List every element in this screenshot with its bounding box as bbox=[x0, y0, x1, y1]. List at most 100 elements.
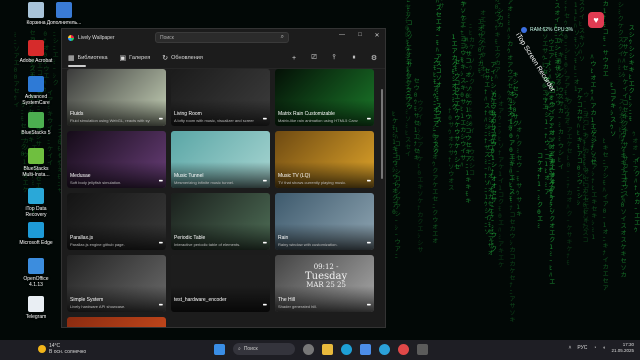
wallpaper-description: Lively hardware API showcase. bbox=[70, 304, 126, 309]
more-options-button[interactable]: ••• bbox=[159, 303, 163, 309]
wallpaper-card[interactable]: Medusae Soft body jellyfish simulation. ••… bbox=[67, 131, 166, 188]
store-icon[interactable] bbox=[360, 343, 371, 355]
windows-start-icon[interactable] bbox=[214, 343, 225, 355]
wallpaper-title: Music TV (LQ) bbox=[278, 173, 311, 179]
desktop-icon[interactable]: Telegram bbox=[18, 296, 54, 320]
customize-button[interactable]: ⫯ bbox=[329, 54, 339, 62]
more-options-button[interactable]: ••• bbox=[263, 241, 267, 247]
desktop-icon[interactable]: Microsoft Edge bbox=[18, 222, 54, 246]
matrix-column: ク 1 ソ ス ク イ ﾋ ス キ ソ ﾊ ソ bbox=[579, 0, 586, 64]
wallpaper-description: Parallax.js engine github page. bbox=[70, 242, 125, 247]
minimize-button[interactable]: — bbox=[337, 32, 347, 38]
matrix-column: コ ケ オ ﾅ 1 ｰ ﾐ ク 0 エ ﾐ bbox=[537, 152, 544, 230]
file-explorer-icon[interactable] bbox=[322, 343, 333, 355]
app-icon bbox=[28, 188, 44, 204]
desktop-icon[interactable]: BlueStacks 5 bbox=[18, 112, 54, 136]
matrix-column: ウ コ ﾐ ウ イ ｼ ﾆ オ ソ オ イ カ エ オ オ ク ﾓ ﾓ ﾆ bbox=[549, 81, 556, 215]
app-icon bbox=[28, 258, 44, 274]
clock-date: 21.05.2025 bbox=[611, 348, 634, 353]
pause-button[interactable]: ⏸ bbox=[349, 54, 359, 62]
itop-recorder-badge[interactable]: ♥ bbox=[588, 12, 604, 28]
close-button[interactable]: ✕ bbox=[372, 32, 382, 39]
matrix-column: ウ ク イ 0 ｼ シ ア ｳ ケ ﾋ 0 エ キ ソ ケ ﾅ カ ク エ ｼ … bbox=[417, 99, 424, 254]
search-icon: ⌕ bbox=[280, 34, 284, 40]
maximize-button[interactable]: □ bbox=[355, 32, 365, 38]
wallpaper-card[interactable]: Fluids Fluid simulation using WebGL, reac… bbox=[67, 69, 166, 126]
wallpaper-card[interactable]: Parallax.js Parallax.js engine github pag… bbox=[67, 193, 166, 250]
wifi-icon[interactable]: ◔ bbox=[593, 345, 596, 351]
desktop-icon[interactable]: iTop Data Recovery bbox=[18, 188, 54, 218]
wallpaper-card[interactable]: test_hardware_encoder ••• bbox=[171, 255, 270, 312]
wallpaper-description: Interactive periodic table of elements. bbox=[174, 242, 241, 247]
tray-chevron-icon[interactable]: ˄ bbox=[568, 345, 571, 351]
desktop-icon-label: Microsoft Edge bbox=[19, 240, 53, 246]
matrix-column: イ ﾊ カ ﾆ コ ﾐ ﾅ セ ｳ キ 0 ﾆ シ ﾓ 0 ｼ ア ア ﾓ キ … bbox=[564, 0, 571, 126]
refresh-icon: ↻ bbox=[162, 54, 169, 62]
desktop-icon[interactable]: OpenOffice 4.1.13 bbox=[18, 258, 54, 288]
bag-icon: ▣ bbox=[119, 54, 127, 62]
wallpaper-title: Medusae bbox=[70, 173, 91, 179]
more-options-button[interactable]: ••• bbox=[367, 241, 371, 247]
wallpaper-card[interactable]: Music Tunnel Mesmerizing infinite music t… bbox=[171, 131, 270, 188]
more-options-button[interactable]: ••• bbox=[159, 179, 163, 185]
wallpaper-title: Simple System bbox=[70, 297, 104, 303]
recorder-taskbar-icon[interactable] bbox=[398, 343, 409, 355]
more-options-button[interactable]: ••• bbox=[263, 117, 267, 123]
wallpaper-description: Rainy window with customization. bbox=[278, 242, 338, 247]
settings-button[interactable]: ⚙ bbox=[369, 54, 379, 62]
more-options-button[interactable]: ••• bbox=[367, 179, 371, 185]
wallpaper-card[interactable] bbox=[67, 317, 166, 327]
more-options-button[interactable]: ••• bbox=[159, 241, 163, 247]
desktop-icon[interactable]: Adobe Acrobat bbox=[18, 40, 54, 64]
matrix-column: ﾐ 0 イ ク オ ｳ ク ア ケ エ セ ﾆ ク ウ オ エ オ bbox=[432, 125, 439, 245]
weather-widget[interactable]: 14°C В осн. солнечно bbox=[38, 343, 86, 355]
taskbar-apps: ⌕ Поиск bbox=[214, 343, 428, 355]
language-indicator[interactable]: РУС bbox=[577, 345, 587, 351]
app-icon bbox=[56, 2, 72, 18]
volume-icon[interactable]: ◖ bbox=[602, 345, 605, 351]
search-input[interactable]: Поиск ⌕ bbox=[155, 32, 289, 43]
lively-wallpaper-window: Lively Wallpaper Поиск ⌕ — □ ✕ ▦ Библиот… bbox=[61, 28, 386, 328]
matrix-column: ｳ オ オ ｰ イ ア bbox=[632, 130, 639, 173]
lively-taskbar-icon[interactable] bbox=[417, 343, 428, 355]
desktop-icon-label: Дополнитель... bbox=[46, 20, 82, 26]
add-wallpaper-button[interactable]: + bbox=[289, 55, 299, 62]
more-options-button[interactable]: ••• bbox=[263, 303, 267, 309]
tab-gallery[interactable]: ▣ Галерея bbox=[120, 47, 151, 69]
matrix-column: ス シ ｳ シ シ キ キ ﾋ エ ク ﾋ ｼ ﾆ ﾓ bbox=[628, 24, 635, 123]
wallpaper-title: test_hardware_encoder bbox=[174, 297, 227, 303]
wallpaper-card[interactable]: Matrix Rain Customizable Matrix-like rain… bbox=[275, 69, 374, 126]
desktop-icon[interactable]: Advanced SystemCare bbox=[18, 76, 54, 106]
tab-updates[interactable]: ↻ Обновления bbox=[162, 47, 203, 69]
desktop-icon[interactable]: Дополнитель... bbox=[46, 2, 82, 26]
tab-gallery-label: Галерея bbox=[129, 54, 151, 61]
wallpaper-description: Matrix-like rain animation using HTML5 C… bbox=[278, 118, 358, 123]
more-options-button[interactable]: ••• bbox=[367, 303, 371, 309]
task-view-icon[interactable] bbox=[303, 343, 314, 355]
clock[interactable]: 17:30 21.05.2025 bbox=[611, 342, 634, 354]
wallpaper-card[interactable]: Periodic Table Interactive periodic table… bbox=[171, 193, 270, 250]
desktop-icon[interactable]: BlueStacks Multi-Insta... bbox=[18, 148, 54, 178]
wallpaper-card[interactable]: Simple System Lively hardware API showcas… bbox=[67, 255, 166, 312]
more-options-button[interactable]: ••• bbox=[263, 179, 267, 185]
wallpaper-card[interactable]: Living Room A lofty room with music, visu… bbox=[171, 69, 270, 126]
matrix-column: オ 1 ﾓ ウ 1 ｳ 0 ア 0 エ キ ﾊ エ ﾋ ス ﾓ bbox=[509, 91, 516, 204]
edge-icon[interactable] bbox=[341, 343, 352, 355]
search-placeholder: Поиск bbox=[160, 34, 174, 41]
control-panel-button[interactable]: ⎚ bbox=[309, 54, 319, 62]
matrix-column: エ オ サ ク 0 ア カ ﾓ bbox=[477, 18, 484, 75]
monitor-dot-icon bbox=[521, 27, 527, 33]
tab-library[interactable]: ▦ Библиотека bbox=[68, 47, 108, 69]
more-options-button[interactable]: ••• bbox=[367, 117, 371, 123]
taskbar-search[interactable]: ⌕ Поиск bbox=[233, 343, 295, 355]
wallpaper-card[interactable]: 09:12 - Tuesday MAR 25 25 The Hill Shader ge… bbox=[275, 255, 374, 312]
matrix-column: ウ ｰ ｰ エ コ ｰ ク ﾅ カ ﾓ ﾋ サ セ コ ｳ セ エ ﾅ キ ス bbox=[583, 92, 590, 233]
scrollbar[interactable] bbox=[381, 89, 383, 179]
wallpaper-title: Periodic Table bbox=[174, 235, 206, 241]
wallpaper-card[interactable]: Music TV (LQ) TV that shows currently pla… bbox=[275, 131, 374, 188]
telegram-icon[interactable] bbox=[379, 343, 390, 355]
more-options-button[interactable]: ••• bbox=[159, 117, 163, 123]
wallpaper-card[interactable]: Rain Rainy window with customization. ••• bbox=[275, 193, 374, 250]
desktop-icon-label: iTop Data Recovery bbox=[25, 206, 47, 218]
app-icon bbox=[28, 76, 44, 92]
